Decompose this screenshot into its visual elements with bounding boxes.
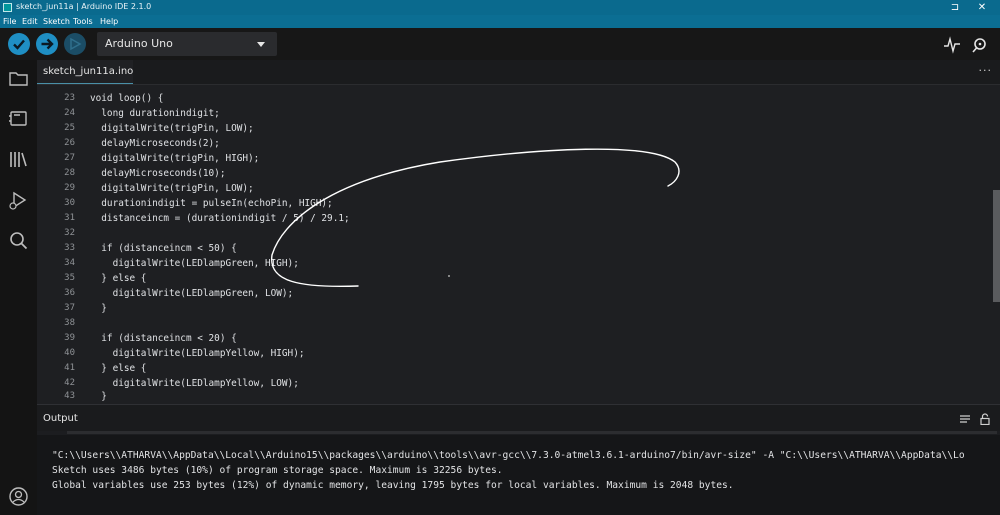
ink-annotation [271,148,680,288]
